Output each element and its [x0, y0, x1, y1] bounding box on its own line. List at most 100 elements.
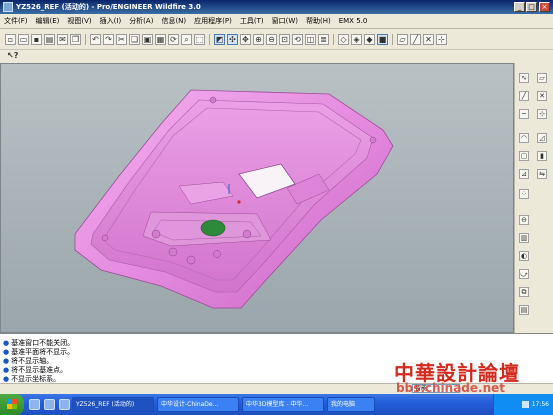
- save-icon[interactable]: ▪: [31, 33, 42, 45]
- regenerate-icon[interactable]: ⟳: [168, 33, 179, 45]
- zoom-out-icon[interactable]: ⊖: [266, 33, 277, 45]
- toolbar-separator: [333, 33, 334, 45]
- copy-icon[interactable]: ❐: [70, 33, 81, 45]
- sketch-icon[interactable]: ∿: [519, 73, 529, 83]
- system-tray: 17:56: [493, 394, 553, 415]
- spin-center-icon[interactable]: ✣: [227, 33, 238, 45]
- draft-icon[interactable]: ⊿: [519, 169, 529, 179]
- menu-emx[interactable]: EMX 5.0: [335, 17, 372, 25]
- refit-icon[interactable]: ⊡: [279, 33, 290, 45]
- repaint-icon[interactable]: ◩: [214, 33, 225, 45]
- csys-icon[interactable]: ⊹: [537, 109, 547, 119]
- toolbar-separator: [85, 33, 86, 45]
- point-icon[interactable]: ✕: [537, 91, 547, 101]
- menu-edit[interactable]: 编辑(E): [32, 16, 64, 26]
- clock: 17:56: [531, 401, 549, 408]
- select-box-icon[interactable]: ⬚: [194, 33, 205, 45]
- menu-view[interactable]: 视图(V): [63, 16, 95, 26]
- mirror-icon[interactable]: ⇋: [537, 169, 547, 179]
- quicklaunch-media-icon[interactable]: [59, 399, 70, 410]
- zoom-in-icon[interactable]: ⊕: [253, 33, 264, 45]
- undo-icon[interactable]: ↶: [90, 33, 101, 45]
- chamfer-icon[interactable]: ◿: [537, 133, 547, 143]
- sweep-icon[interactable]: ⤻: [519, 269, 529, 279]
- plane-icon[interactable]: ▱: [537, 73, 547, 83]
- blend-icon[interactable]: ⧉: [519, 287, 529, 297]
- menu-help[interactable]: 帮助(H): [302, 16, 335, 26]
- datum-plane-icon[interactable]: ▱: [397, 33, 408, 45]
- datum-point-icon[interactable]: ✕: [423, 33, 434, 45]
- analysis-icon[interactable]: ▤: [519, 305, 529, 315]
- orient-icon[interactable]: ✥: [240, 33, 251, 45]
- menu-analysis[interactable]: 分析(A): [125, 16, 157, 26]
- task-proe-window[interactable]: YZ526_REF (活动的): [72, 397, 154, 412]
- menu-file[interactable]: 文件(F): [0, 16, 32, 26]
- cut-icon[interactable]: ✂: [116, 33, 127, 45]
- model-post[interactable]: [101, 234, 109, 242]
- revolve-icon[interactable]: ◐: [519, 251, 529, 261]
- model-post[interactable]: [151, 229, 161, 239]
- pattern-icon[interactable]: ⁘: [519, 189, 529, 199]
- model-post[interactable]: [242, 229, 252, 239]
- task-my-computer[interactable]: 我的电脑: [327, 397, 375, 412]
- model-post[interactable]: [369, 136, 377, 144]
- shading-icon[interactable]: ■: [377, 33, 388, 45]
- maximize-button[interactable]: □: [526, 2, 537, 12]
- menu-applications[interactable]: 应用程序(P): [190, 16, 236, 26]
- axis-icon[interactable]: ╱: [519, 91, 529, 101]
- no-hidden-icon[interactable]: ◆: [364, 33, 375, 45]
- datum-axis-icon[interactable]: ╱: [410, 33, 421, 45]
- task-3d-model-library[interactable]: 中华3D模型库 - 中华...: [242, 397, 324, 412]
- task-chinade-browser[interactable]: 中华设计-ChinaDe...: [157, 397, 239, 412]
- layers-icon[interactable]: ≣: [318, 33, 329, 45]
- new-icon[interactable]: ▫: [5, 33, 16, 45]
- model-canvas[interactable]: [1, 64, 514, 333]
- reorient-icon[interactable]: ⟲: [292, 33, 303, 45]
- app-icon: [3, 2, 13, 12]
- toolbar-separator: [209, 33, 210, 45]
- open-icon[interactable]: ▭: [18, 33, 29, 45]
- model-post[interactable]: [168, 247, 178, 257]
- extrude-icon[interactable]: ▥: [519, 233, 529, 243]
- watermark: 中華設計論壇 bbs.chinade.net: [390, 357, 550, 397]
- datum-csys-icon[interactable]: ⊹: [436, 33, 447, 45]
- minimize-button[interactable]: _: [514, 2, 525, 12]
- window-title: YZ526_REF (活动的) - Pro/ENGINEER Wildfire …: [16, 3, 201, 11]
- network-icon[interactable]: [521, 401, 529, 408]
- curve-icon[interactable]: ~: [519, 109, 529, 119]
- toolbar-separator: [392, 33, 393, 45]
- quicklaunch-browser-icon[interactable]: [29, 399, 40, 410]
- find-icon[interactable]: ⌕: [181, 33, 192, 45]
- hidden-line-icon[interactable]: ◈: [351, 33, 362, 45]
- quicklaunch-desktop-icon[interactable]: [44, 399, 55, 410]
- menu-tools[interactable]: 工具(T): [236, 16, 268, 26]
- model-post[interactable]: [186, 255, 196, 265]
- menu-info[interactable]: 信息(N): [157, 16, 190, 26]
- context-help-icon[interactable]: ↖?: [7, 51, 18, 62]
- menu-insert[interactable]: 插入(I): [96, 16, 126, 26]
- paste-special-icon[interactable]: ▦: [155, 33, 166, 45]
- copy2-icon[interactable]: ❏: [129, 33, 140, 45]
- hole-icon[interactable]: ⊖: [519, 215, 529, 225]
- menu-bar: 文件(F) 编辑(E) 视图(V) 插入(I) 分析(A) 信息(N) 应用程序…: [0, 14, 553, 29]
- model-post[interactable]: [209, 96, 217, 104]
- redo-icon[interactable]: ↷: [103, 33, 114, 45]
- menu-window[interactable]: 窗口(W): [268, 16, 302, 26]
- model-highlight-hole[interactable]: [200, 219, 226, 237]
- close-button[interactable]: ×: [539, 2, 550, 12]
- graphics-viewport[interactable]: [0, 63, 514, 333]
- secondary-toolbar: ↖?: [0, 50, 553, 64]
- watermark-url: bbs.chinade.net: [396, 381, 505, 395]
- main-toolbar: ▫ ▭ ▪ ▤ ✉ ❐ ↶ ↷ ✂ ❏ ▣ ▦ ⟳ ⌕ ⬚ ◩ ✣ ✥ ⊕ ⊖ …: [0, 29, 553, 50]
- round-icon[interactable]: ◠: [519, 133, 529, 143]
- print-icon[interactable]: ▤: [44, 33, 55, 45]
- taskbar: YZ526_REF (活动的) 中华设计-ChinaDe... 中华3D模型库 …: [0, 394, 553, 415]
- email-icon[interactable]: ✉: [57, 33, 68, 45]
- wireframe-icon[interactable]: ◇: [338, 33, 349, 45]
- paste-icon[interactable]: ▣: [142, 33, 153, 45]
- saved-views-icon[interactable]: ◫: [305, 33, 316, 45]
- model-post[interactable]: [213, 250, 221, 258]
- start-button[interactable]: [0, 394, 24, 415]
- rib-icon[interactable]: ▮: [537, 151, 547, 161]
- shell-icon[interactable]: ▢: [519, 151, 529, 161]
